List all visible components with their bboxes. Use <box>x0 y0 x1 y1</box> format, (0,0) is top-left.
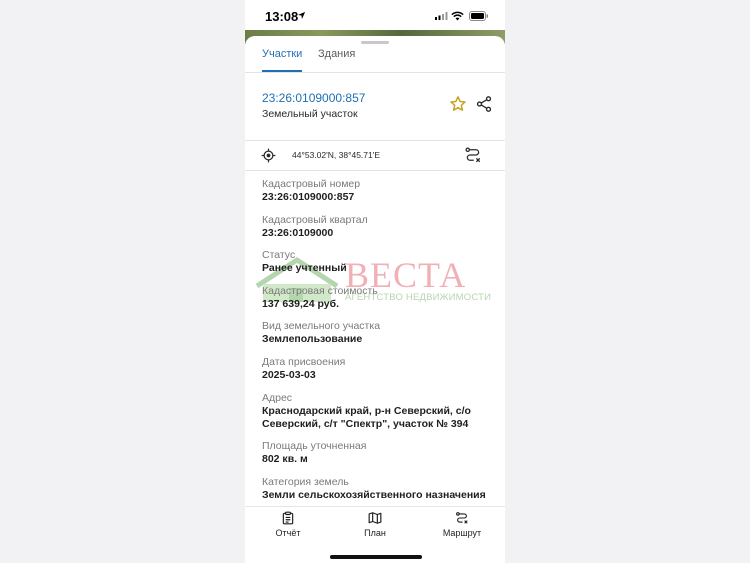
wifi-icon <box>451 11 464 21</box>
nav-route[interactable]: Маршрут <box>427 511 497 538</box>
favorite-star-icon[interactable] <box>449 95 467 113</box>
field-value: 137 639,24 руб. <box>262 297 339 310</box>
map-icon <box>368 512 382 524</box>
home-indicator[interactable] <box>330 555 422 559</box>
share-icon[interactable] <box>475 95 493 113</box>
field-plot-kind: Вид земельного участка Землепользование <box>262 320 497 356</box>
battery-icon <box>469 11 488 21</box>
location-arrow-icon <box>297 11 306 20</box>
tab-buildings[interactable]: Здания <box>318 48 355 60</box>
field-value: 23:26:0109000 <box>262 226 334 239</box>
active-tab-indicator <box>262 70 302 72</box>
phone-screen: 13:08 Участки Здания 23:26:0109000:857 З… <box>245 0 505 563</box>
field-label: Статус <box>262 249 296 262</box>
field-status: Статус Ранее учтенный <box>262 249 497 285</box>
field-assignment-date: Дата присвоения 2025-03-03 <box>262 356 497 392</box>
tab-plots[interactable]: Участки <box>262 48 302 60</box>
field-label: Вид земельного участка <box>262 320 381 333</box>
cellular-signal-icon <box>435 12 448 20</box>
field-value: Землепользование <box>262 333 363 346</box>
field-value: Ранее учтенный <box>262 262 347 275</box>
details-sheet: Участки Здания 23:26:0109000:857 Земельн… <box>245 36 505 563</box>
field-label: Кадастровая стоимость <box>262 284 378 297</box>
field-label: Дата присвоения <box>262 355 346 368</box>
route-clear-icon[interactable] <box>464 146 482 164</box>
object-header: 23:26:0109000:857 Земельный участок <box>245 73 505 141</box>
nav-plan[interactable]: План <box>340 511 410 538</box>
status-bar: 13:08 <box>245 0 505 32</box>
field-address: Адрес Краснодарский край, р-н Северский,… <box>262 392 497 441</box>
object-type: Земельный участок <box>262 108 358 120</box>
field-value: 23:26:0109000:857 <box>262 191 355 203</box>
field-cadastral-number: Кадастровый номер 23:26:0109000:857 <box>262 178 497 214</box>
field-cadastral-quarter: Кадастровый квартал 23:26:0109000 <box>262 214 497 250</box>
nav-report-label: Отчёт <box>275 528 301 538</box>
field-label: Кадастровый номер <box>262 178 361 190</box>
coordinates-row: 44°53.02'N, 38°45.71'E <box>245 140 505 171</box>
fields-list: Кадастровый номер 23:26:0109000:857 Када… <box>262 178 497 511</box>
bottom-nav: Отчёт План Маршрут <box>245 506 505 563</box>
locate-target-icon[interactable] <box>261 148 276 163</box>
field-label: Кадастровый квартал <box>262 213 368 226</box>
nav-report[interactable]: Отчёт <box>253 511 323 538</box>
field-value: 2025-03-03 <box>262 368 316 381</box>
field-value: Краснодарский край, р-н Северский, с/о С… <box>262 404 471 431</box>
tab-bar: Участки Здания <box>245 44 505 73</box>
field-value: Земли сельскохозяйственного назначения <box>262 488 486 501</box>
cadastral-number-link[interactable]: 23:26:0109000:857 <box>262 91 365 105</box>
nav-route-label: Маршрут <box>442 528 482 538</box>
field-value: 802 кв. м <box>262 453 308 466</box>
field-label: Адрес <box>262 391 293 404</box>
nav-plan-label: План <box>364 528 386 538</box>
coordinates-text: 44°53.02'N, 38°45.71'E <box>292 150 381 160</box>
status-time: 13:08 <box>265 9 299 24</box>
route-icon <box>456 512 468 524</box>
field-label: Категория земель <box>262 475 349 488</box>
field-cadastral-value: Кадастровая стоимость 137 639,24 руб. <box>262 285 497 321</box>
field-area: Площадь уточненная 802 кв. м <box>262 440 497 476</box>
report-icon <box>282 511 294 525</box>
field-label: Площадь уточненная <box>262 440 367 453</box>
